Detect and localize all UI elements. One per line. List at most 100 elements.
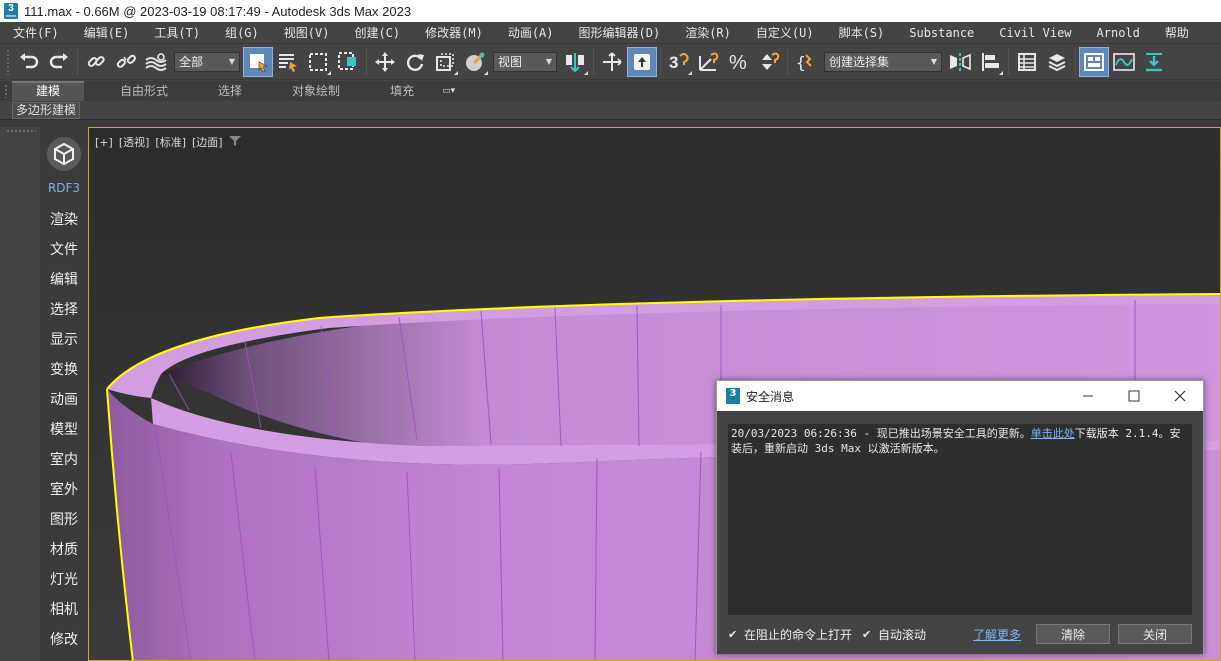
undo-icon[interactable]: [14, 47, 44, 77]
menu-bar: 文件(F) 编辑(E) 工具(T) 组(G) 视图(V) 创建(C) 修改器(M…: [0, 22, 1221, 44]
menu-edit[interactable]: 编辑(E): [71, 22, 142, 44]
maximize-icon[interactable]: [1111, 381, 1157, 411]
curve-editor-icon[interactable]: [1109, 47, 1139, 77]
side-item-select[interactable]: 选择: [40, 299, 88, 319]
layer-explorer-icon[interactable]: [1042, 47, 1072, 77]
close-button[interactable]: 关闭: [1118, 624, 1192, 644]
viewport-shading-menu[interactable]: [标准]: [155, 134, 186, 150]
svg-text:%: %: [729, 52, 747, 73]
app-logo-icon: 3: [726, 388, 740, 404]
side-item-transform[interactable]: 变换: [40, 359, 88, 379]
menu-customize[interactable]: 自定义(U): [743, 22, 826, 44]
selection-filter-dropdown[interactable]: 全部 ▼: [174, 51, 240, 72]
render-setup-icon[interactable]: [1139, 47, 1169, 77]
snaps-toggle-icon[interactable]: 3: [664, 47, 694, 77]
menu-rendering[interactable]: 渲染(R): [672, 22, 743, 44]
main-toolbar: 全部 ▼ 视图 ▼ 3 % {创建选择集 ▼: [0, 44, 1221, 80]
rotate-icon[interactable]: [400, 47, 430, 77]
toolbar-grip[interactable]: [6, 48, 10, 75]
ribbon-options-icon[interactable]: ▭▾: [442, 84, 464, 98]
side-item-display[interactable]: 显示: [40, 329, 88, 349]
tab-freeform[interactable]: 自由形式: [106, 81, 182, 101]
side-item-material[interactable]: 材质: [40, 539, 88, 559]
menu-graph-editors[interactable]: 图形编辑器(D): [566, 22, 673, 44]
select-and-manipulate-icon[interactable]: [597, 47, 627, 77]
viewport-view-menu[interactable]: [透视]: [119, 134, 150, 150]
link-icon[interactable]: [81, 47, 111, 77]
pivot-center-icon[interactable]: [560, 47, 590, 77]
menu-tools[interactable]: 工具(T): [141, 22, 212, 44]
keyboard-shortcut-override-button[interactable]: [627, 46, 657, 77]
message-log[interactable]: 20/03/2023 06:26:36 - 现已推出场景安全工具的更新。单击此处…: [728, 424, 1192, 615]
minimize-icon[interactable]: [1065, 381, 1111, 411]
close-icon[interactable]: [1157, 381, 1203, 411]
menu-animation[interactable]: 动画(A): [495, 22, 566, 44]
unlink-icon[interactable]: [111, 47, 141, 77]
viewport-filter-icon[interactable]: [228, 135, 241, 150]
menu-view[interactable]: 视图(V): [271, 22, 342, 44]
download-link[interactable]: 单击此处: [1031, 427, 1075, 440]
spinner-snap-icon[interactable]: [754, 47, 784, 77]
edit-named-selection-sets-icon[interactable]: {: [791, 47, 821, 77]
tab-selection[interactable]: 选择: [204, 81, 256, 101]
side-item-lights[interactable]: 灯光: [40, 569, 88, 589]
side-item-shapes[interactable]: 图形: [40, 509, 88, 529]
bind-to-space-warp-icon[interactable]: [141, 47, 171, 77]
toggle-ribbon-button[interactable]: [1079, 46, 1109, 77]
auto-scroll-checkbox[interactable]: ✔ 自动滚动: [862, 626, 926, 643]
tab-modeling[interactable]: 建模: [12, 81, 85, 101]
select-by-name-icon[interactable]: [273, 47, 303, 77]
select-object-button[interactable]: [243, 46, 273, 77]
scene-explorer-icon[interactable]: [1012, 47, 1042, 77]
tab-object-paint[interactable]: 对象绘制: [278, 81, 354, 101]
cube-logo-icon[interactable]: [47, 137, 81, 171]
chevron-down-icon: ▼: [228, 57, 235, 66]
menu-help[interactable]: 帮助: [1152, 22, 1201, 44]
side-panel-title: RDF3: [47, 181, 81, 195]
scale-icon[interactable]: [430, 47, 460, 77]
align-icon[interactable]: [975, 47, 1005, 77]
menu-modifiers[interactable]: 修改器(M): [412, 22, 495, 44]
percent-snap-icon[interactable]: %: [724, 47, 754, 77]
menu-scripting[interactable]: 脚本(S): [826, 22, 897, 44]
side-item-exterior[interactable]: 室外: [40, 479, 88, 499]
move-icon[interactable]: [370, 47, 400, 77]
side-item-model[interactable]: 模型: [40, 419, 88, 439]
side-item-file[interactable]: 文件: [40, 239, 88, 259]
side-item-interior[interactable]: 室内: [40, 449, 88, 469]
menu-group[interactable]: 组(G): [212, 22, 271, 44]
side-item-edit[interactable]: 编辑: [40, 269, 88, 289]
mirror-icon[interactable]: [945, 47, 975, 77]
reference-coord-system-dropdown[interactable]: 视图 ▼: [493, 51, 557, 72]
polygon-modeling-panel[interactable]: 多边形建模: [12, 102, 81, 119]
menu-arnold[interactable]: Arnold: [1084, 22, 1152, 44]
open-on-blocked-command-checkbox[interactable]: ✔ 在阻止的命令上打开: [728, 626, 852, 643]
viewport-display-mode-menu[interactable]: [边面]: [192, 134, 223, 150]
menu-civil-view[interactable]: Civil View: [986, 22, 1083, 44]
clear-button[interactable]: 清除: [1036, 624, 1110, 644]
left-toolbar-grip[interactable]: [6, 129, 36, 133]
menu-file[interactable]: 文件(F): [0, 22, 71, 44]
chevron-down-icon: ▼: [930, 57, 937, 66]
rectangular-selection-icon[interactable]: [303, 47, 333, 77]
side-item-camera[interactable]: 相机: [40, 599, 88, 619]
checkmark-icon: ✔: [728, 627, 738, 641]
selection-filter-value: 全部: [179, 55, 204, 69]
window-crossing-icon[interactable]: [333, 47, 363, 77]
app-logo-icon: 3: [4, 3, 18, 19]
ribbon-grip[interactable]: [4, 84, 8, 98]
viewport-general-menu[interactable]: [+]: [95, 136, 113, 149]
named-selection-set-dropdown[interactable]: 创建选择集 ▼: [824, 51, 942, 72]
redo-icon[interactable]: [44, 47, 74, 77]
checkmark-icon: ✔: [862, 627, 872, 641]
menu-substance[interactable]: Substance: [896, 22, 986, 44]
tab-populate[interactable]: 填充: [376, 81, 428, 101]
dialog-title-bar[interactable]: 3 安全消息: [717, 381, 1203, 411]
placement-icon[interactable]: [460, 47, 490, 77]
angle-snap-icon[interactable]: [694, 47, 724, 77]
side-item-render[interactable]: 渲染: [40, 209, 88, 229]
side-item-modify[interactable]: 修改: [40, 629, 88, 649]
learn-more-link[interactable]: 了解更多: [973, 626, 1021, 643]
menu-create[interactable]: 创建(C): [341, 22, 412, 44]
side-item-animation[interactable]: 动画: [40, 389, 88, 409]
